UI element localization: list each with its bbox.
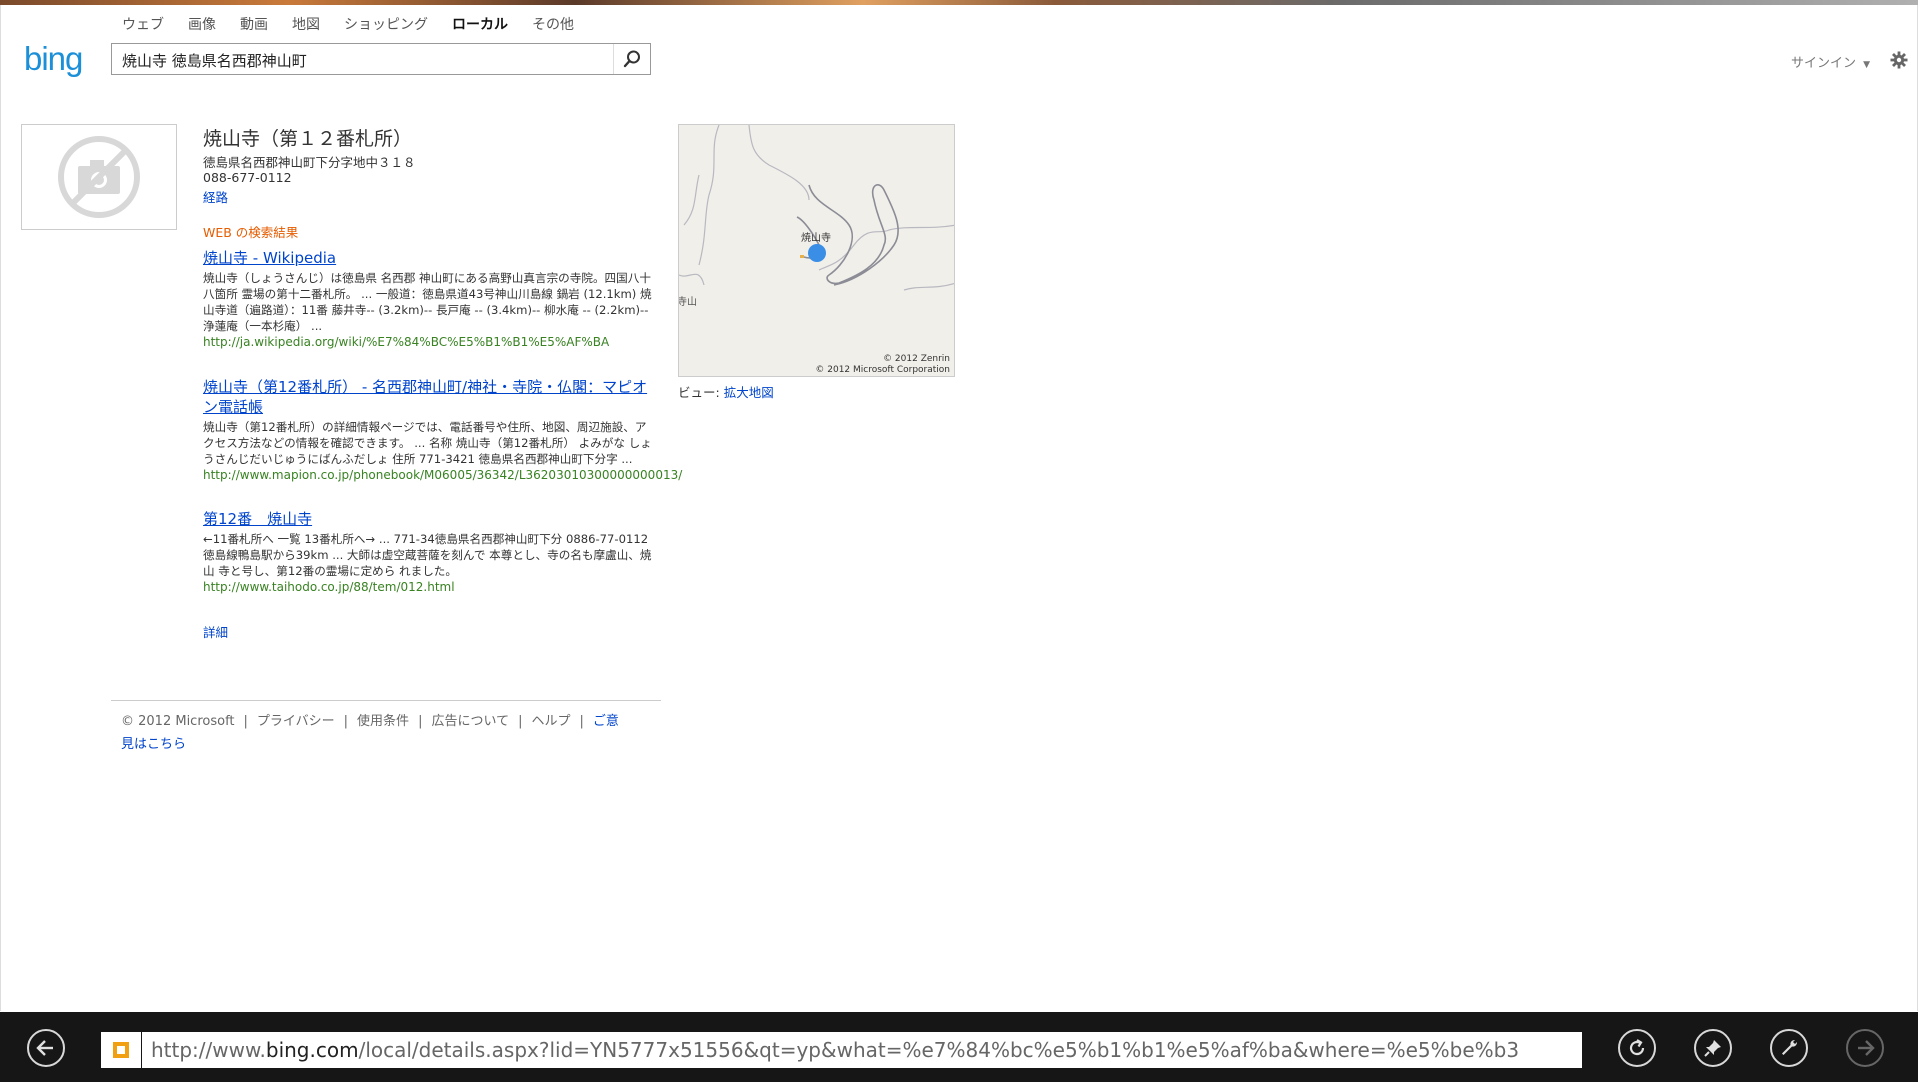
map-view-label: ビュー: bbox=[678, 385, 720, 400]
tab-videos[interactable]: 動画 bbox=[240, 16, 268, 34]
back-icon bbox=[36, 1040, 53, 1056]
gear-icon bbox=[1890, 51, 1908, 69]
listing-title: 焼山寺（第１２番札所） bbox=[203, 128, 413, 150]
tab-shopping[interactable]: ショッピング bbox=[344, 16, 428, 34]
map-pin bbox=[808, 244, 826, 262]
footer-divider bbox=[111, 700, 661, 701]
result-snippet: ←11番札所へ 一覧 13番札所へ→ ... 771-34徳島県名西郡神山町下分… bbox=[203, 532, 652, 578]
forward-icon bbox=[1858, 1040, 1875, 1056]
pin-site-button[interactable] bbox=[1694, 1029, 1732, 1067]
search-box bbox=[111, 43, 651, 75]
map-edge-label: 寺山 bbox=[678, 297, 697, 308]
refresh-button[interactable] bbox=[1618, 1029, 1656, 1067]
search-result: 焼山寺 - Wikipedia 焼山寺（しょうさんじ）は徳島県 名西郡 神山町に… bbox=[203, 248, 653, 350]
no-photo-icon bbox=[58, 136, 140, 218]
map-view-links: ビュー: 拡大地図 bbox=[678, 382, 774, 401]
map-thumbnail[interactable]: 焼山寺 寺山 © 2012 Zenrin © 2012 Microsoft Co… bbox=[678, 124, 955, 377]
footer-feedback-link[interactable]: ご意 bbox=[593, 714, 619, 729]
result-url: http://www.mapion.co.jp/phonebook/M06005… bbox=[203, 468, 683, 482]
bing-logo[interactable]: bing bbox=[24, 40, 83, 78]
directions-link[interactable]: 経路 bbox=[203, 187, 228, 206]
listing-address: 徳島県名西郡神山町下分字地中３１８ bbox=[203, 155, 416, 170]
map-pin-label: 焼山寺 bbox=[801, 233, 831, 244]
tab-more[interactable]: その他 bbox=[532, 16, 574, 34]
result-title-link[interactable]: 焼山寺（第12番札所） - 名西郡神山町/神社・寺院・仏閣：マピオン電話帳 bbox=[203, 377, 653, 417]
search-icon bbox=[623, 50, 640, 68]
photo-placeholder bbox=[21, 124, 177, 230]
footer-ads-link[interactable]: 広告について bbox=[431, 714, 509, 729]
page-tools-button[interactable] bbox=[1770, 1029, 1808, 1067]
tab-images[interactable]: 画像 bbox=[188, 16, 216, 34]
result-url: http://ja.wikipedia.org/wiki/%E7%84%BC%E… bbox=[203, 335, 610, 349]
url-prefix: http://www. bbox=[151, 1038, 266, 1062]
search-input[interactable] bbox=[120, 48, 614, 72]
tab-maps[interactable]: 地図 bbox=[292, 16, 320, 34]
address-bar[interactable]: http://www.bing.com/local/details.aspx?l… bbox=[142, 1032, 1582, 1068]
search-result: 第12番 焼山寺 ←11番札所へ 一覧 13番札所へ→ ... 771-34徳島… bbox=[203, 509, 653, 595]
signin-menu[interactable]: サインイン ▼ bbox=[1791, 52, 1870, 71]
forward-button[interactable] bbox=[1846, 1029, 1884, 1067]
footer-privacy-link[interactable]: プライバシー bbox=[257, 714, 335, 729]
result-url: http://www.taihodo.co.jp/88/tem/012.html bbox=[203, 580, 455, 594]
search-result: 焼山寺（第12番札所） - 名西郡神山町/神社・寺院・仏閣：マピオン電話帳 焼山… bbox=[203, 377, 683, 483]
pin-icon bbox=[1704, 1040, 1721, 1057]
vertical-nav: ウェブ 画像 動画 地図 ショッピング ローカル その他 bbox=[122, 16, 598, 34]
map-credit-microsoft: © 2012 Microsoft Corporation bbox=[815, 365, 950, 375]
signin-label: サインイン bbox=[1791, 56, 1857, 71]
more-results-link[interactable]: 詳細 bbox=[203, 622, 228, 641]
web-results-heading: WEB の検索結果 bbox=[203, 225, 299, 240]
map-roads bbox=[679, 125, 954, 291]
footer-help-link[interactable]: ヘルプ bbox=[531, 714, 570, 729]
bing-favicon-icon bbox=[113, 1042, 129, 1058]
result-title-link[interactable]: 第12番 焼山寺 bbox=[203, 509, 653, 529]
caret-down-icon: ▼ bbox=[1863, 60, 1871, 70]
result-snippet: 焼山寺（しょうさんじ）は徳島県 名西郡 神山町にある高野山真言宗の寺院。四国八十… bbox=[203, 271, 652, 333]
refresh-icon bbox=[1629, 1039, 1645, 1056]
back-button[interactable] bbox=[27, 1029, 65, 1067]
footer-copyright: © 2012 Microsoft bbox=[121, 714, 235, 729]
map-credit-zenrin: © 2012 Zenrin bbox=[883, 354, 950, 364]
listing-phone: 088-677-0112 bbox=[203, 170, 292, 185]
tab-web[interactable]: ウェブ bbox=[122, 16, 164, 34]
site-favicon bbox=[101, 1032, 141, 1068]
url-domain: bing.com bbox=[265, 1038, 359, 1062]
address-bar-text: http://www.bing.com/local/details.aspx?l… bbox=[151, 1038, 1519, 1062]
tab-local[interactable]: ローカル bbox=[452, 16, 508, 34]
expand-map-link[interactable]: 拡大地図 bbox=[724, 385, 774, 400]
settings-button[interactable] bbox=[1890, 51, 1908, 73]
result-title-link[interactable]: 焼山寺 - Wikipedia bbox=[203, 248, 653, 268]
result-snippet: 焼山寺（第12番札所）の詳細情報ページでは、電話番号や住所、地図、周辺施設、アク… bbox=[203, 420, 652, 466]
search-button[interactable] bbox=[613, 44, 650, 74]
url-rest: /local/details.aspx?lid=YN5777x51556&qt=… bbox=[358, 1038, 1520, 1062]
footer: © 2012 Microsoft | プライバシー | 使用条件 | 広告について | ヘルプ |… bbox=[121, 714, 619, 752]
tools-icon bbox=[1782, 1040, 1797, 1055]
footer-terms-link[interactable]: 使用条件 bbox=[357, 714, 409, 729]
footer-feedback-link-cont[interactable]: 見はこちら bbox=[121, 737, 186, 752]
